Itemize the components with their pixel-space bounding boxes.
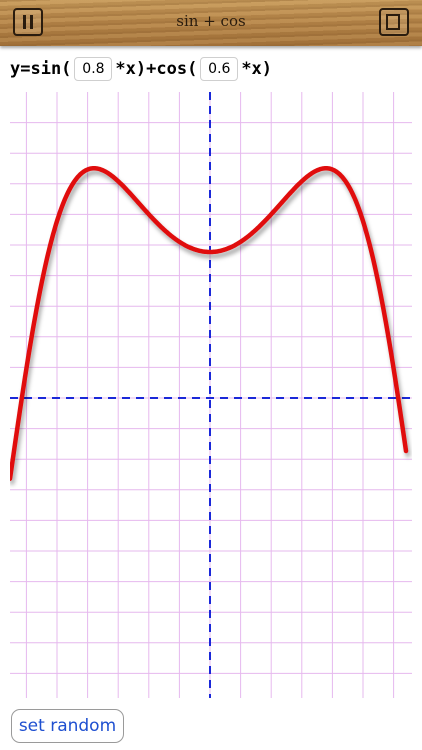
square-icon[interactable] [379,8,409,36]
function-graph [10,92,412,698]
top-bar: sin + cos [0,0,422,46]
formula-suffix: *x) [241,59,273,79]
sin-coefficient-input[interactable] [74,57,113,81]
set-random-button[interactable]: set random [11,709,124,743]
cos-coefficient-input[interactable] [200,57,239,81]
formula-mid: *x)+cos( [115,59,198,79]
formula-prefix: y=sin( [10,59,72,79]
formula-row: y=sin( *x)+cos( *x) [10,56,272,82]
page-title: sin + cos [176,12,246,30]
